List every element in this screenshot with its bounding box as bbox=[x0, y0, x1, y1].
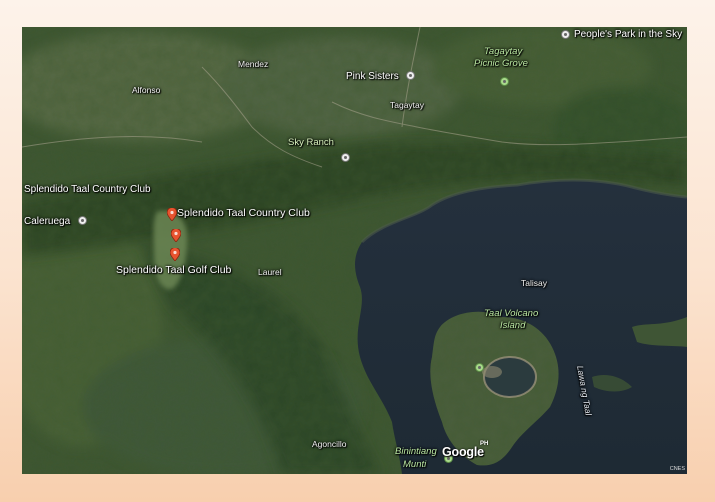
sky-ranch-marker-icon[interactable] bbox=[341, 153, 350, 162]
label-sky-ranch[interactable]: Sky Ranch bbox=[288, 138, 334, 148]
label-talisay: Talisay bbox=[521, 278, 547, 288]
label-picnic-grove-line2[interactable]: Picnic Grove bbox=[474, 59, 528, 69]
peoples-park-marker-icon[interactable] bbox=[561, 30, 570, 39]
imagery-attribution: CNES bbox=[669, 466, 685, 472]
label-picnic-grove-line1[interactable]: Tagaytay bbox=[484, 47, 522, 57]
satellite-map[interactable]: People's Park in the Sky Mendez Alfonso … bbox=[22, 27, 687, 474]
taal-volcano-marker-icon[interactable] bbox=[475, 363, 484, 372]
golf-pin-2-icon[interactable] bbox=[171, 229, 181, 242]
label-splendido-country-club-left[interactable]: Splendido Taal Country Club bbox=[24, 185, 151, 195]
label-binintiang-line1[interactable]: Binintiang bbox=[395, 447, 437, 457]
label-mendez: Mendez bbox=[238, 59, 269, 69]
label-taal-volcano-line1[interactable]: Taal Volcano bbox=[484, 309, 538, 319]
pink-sisters-marker-icon[interactable] bbox=[406, 71, 415, 80]
label-agoncillo: Agoncillo bbox=[312, 439, 347, 449]
golf-pin-1-icon[interactable] bbox=[167, 208, 177, 221]
picnic-grove-marker-icon[interactable] bbox=[500, 77, 509, 86]
label-tagaytay: Tagaytay bbox=[390, 100, 425, 110]
label-pink-sisters[interactable]: Pink Sisters bbox=[346, 72, 399, 82]
label-caleruega[interactable]: Caleruega bbox=[24, 217, 70, 227]
label-peoples-park[interactable]: People's Park in the Sky bbox=[574, 30, 682, 40]
country-code: PH bbox=[480, 441, 489, 447]
label-binintiang-line2[interactable]: Munti bbox=[403, 460, 426, 470]
caleruega-marker-icon[interactable] bbox=[78, 216, 87, 225]
label-laurel: Laurel bbox=[258, 267, 282, 277]
google-logo: Google bbox=[442, 445, 484, 459]
golf-pin-3-icon[interactable] bbox=[170, 248, 180, 261]
label-splendido-golf-club[interactable]: Splendido Taal Golf Club bbox=[116, 265, 231, 276]
label-alfonso: Alfonso bbox=[132, 85, 161, 95]
label-splendido-country-club[interactable]: Splendido Taal Country Club bbox=[177, 208, 310, 219]
label-taal-volcano-line2[interactable]: Island bbox=[500, 321, 525, 331]
